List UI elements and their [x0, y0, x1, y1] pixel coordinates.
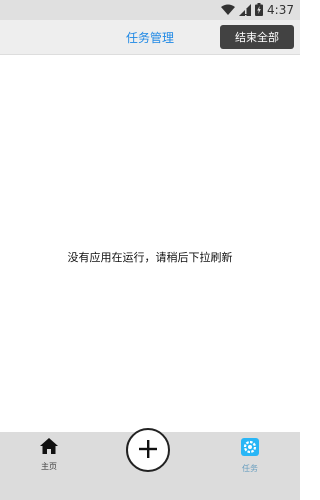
battery-icon [255, 1, 264, 20]
nav-item-home[interactable]: 主页 [24, 437, 74, 477]
nav-item-task[interactable]: 任务 [225, 437, 275, 477]
task-list-area[interactable]: 没有应用在运行，请稍后下拉刷新 [0, 55, 300, 432]
screen: 4:37 任务管理 结束全部 没有应用在运行，请稍后下拉刷新 主页 任务 [0, 0, 300, 500]
app-header: 任务管理 结束全部 [0, 20, 300, 55]
add-icon [137, 438, 159, 463]
status-time: 4:37 [267, 3, 294, 17]
signal-icon [239, 1, 252, 20]
add-button[interactable] [126, 428, 170, 472]
status-bar: 4:37 [0, 0, 300, 20]
empty-state-message: 没有应用在运行，请稍后下拉刷新 [67, 251, 233, 264]
nav-label-home: 主页 [41, 462, 57, 471]
status-icons: 4:37 [221, 2, 294, 18]
gear-icon [240, 437, 260, 461]
end-all-button[interactable]: 结束全部 [220, 25, 294, 49]
home-icon [39, 437, 59, 459]
nav-label-task: 任务 [242, 464, 258, 473]
wifi-icon [221, 1, 236, 20]
